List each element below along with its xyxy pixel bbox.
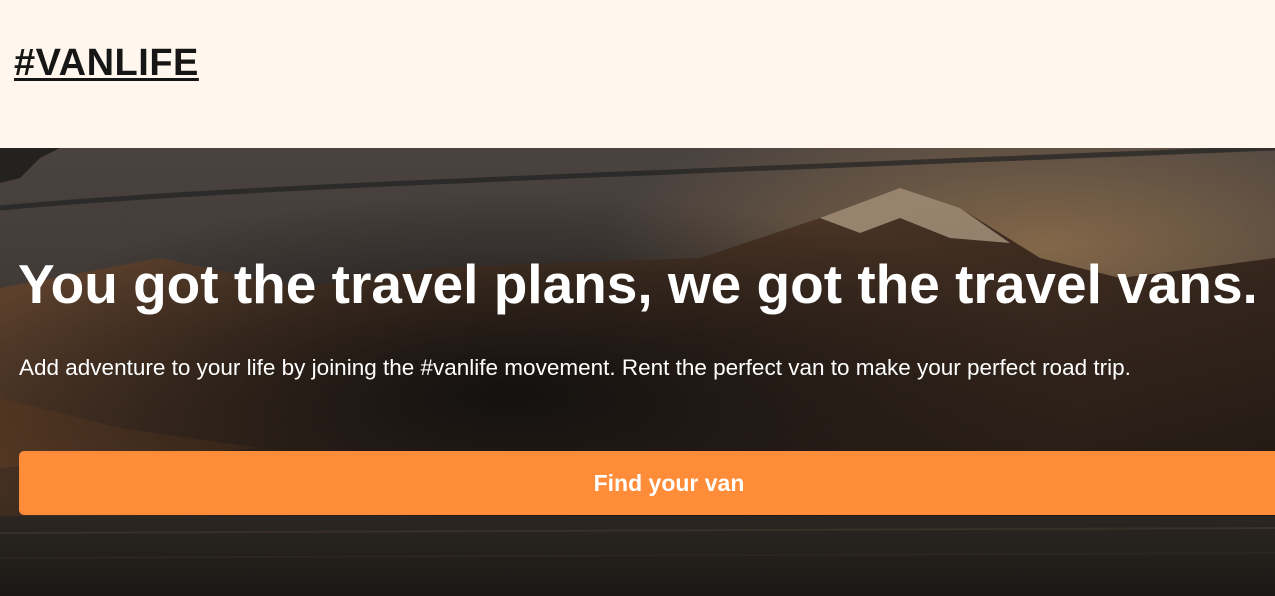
find-your-van-button[interactable]: Find your van — [19, 451, 1275, 515]
hero-section: You got the travel plans, we got the tra… — [0, 148, 1275, 596]
hero-headline: You got the travel plans, we got the tra… — [18, 253, 1258, 315]
hero-description: Add adventure to your life by joining th… — [19, 355, 1131, 380]
site-header: #VANLIFE — [0, 0, 1275, 148]
site-logo-link[interactable]: #VANLIFE — [14, 42, 199, 85]
